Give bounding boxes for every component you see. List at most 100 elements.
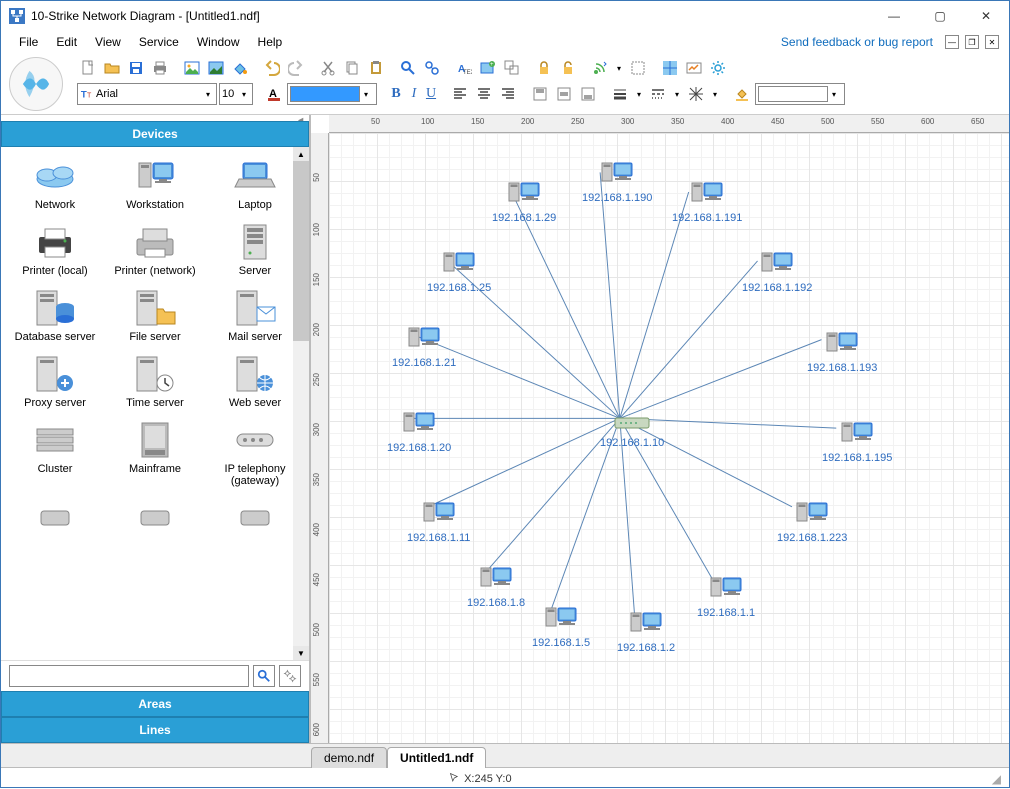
tab-untitled1[interactable]: Untitled1.ndf bbox=[387, 747, 486, 768]
diagram-node[interactable]: 192.168.1.192 bbox=[742, 249, 812, 294]
fill-swatch-select[interactable]: ▾ bbox=[755, 83, 845, 105]
mdi-close-button[interactable]: ✕ bbox=[985, 35, 999, 49]
areas-panel-header[interactable]: Areas bbox=[1, 691, 309, 717]
cut-button[interactable] bbox=[317, 57, 339, 79]
valign-middle-button[interactable] bbox=[553, 83, 575, 105]
device-item[interactable]: Cluster bbox=[7, 417, 103, 491]
print-button[interactable] bbox=[149, 57, 171, 79]
settings-button[interactable] bbox=[707, 57, 729, 79]
add-image-button[interactable]: + bbox=[477, 57, 499, 79]
device-item[interactable]: Proxy server bbox=[7, 351, 103, 413]
minimize-button[interactable]: — bbox=[871, 1, 917, 31]
valign-bottom-button[interactable] bbox=[577, 83, 599, 105]
open-file-button[interactable] bbox=[101, 57, 123, 79]
map-button[interactable] bbox=[659, 57, 681, 79]
underline-button[interactable]: U bbox=[423, 83, 439, 105]
diagram-node[interactable]: 192.168.1.25 bbox=[427, 249, 491, 294]
align-right-button[interactable] bbox=[497, 83, 519, 105]
device-item[interactable]: Printer (local) bbox=[7, 219, 103, 281]
text-tool-button[interactable]: ATEXT bbox=[453, 57, 475, 79]
line-style-button[interactable] bbox=[647, 83, 669, 105]
pattern-dropdown[interactable]: ▾ bbox=[709, 90, 721, 99]
device-item[interactable]: Mail server bbox=[207, 285, 303, 347]
devices-panel-header[interactable]: Devices bbox=[1, 121, 309, 147]
diagram-node[interactable]: 192.168.1.191 bbox=[672, 179, 742, 224]
device-item[interactable]: Workstation bbox=[107, 153, 203, 215]
device-item[interactable]: Time server bbox=[107, 351, 203, 413]
diagram-node[interactable]: 192.168.1.20 bbox=[387, 409, 451, 454]
scroll-thumb[interactable] bbox=[293, 161, 309, 341]
device-item[interactable]: Printer (network) bbox=[107, 219, 203, 281]
diagram-node[interactable]: 192.168.1.223 bbox=[777, 499, 847, 544]
menu-file[interactable]: File bbox=[11, 33, 46, 51]
device-item[interactable]: File server bbox=[107, 285, 203, 347]
new-file-button[interactable] bbox=[77, 57, 99, 79]
mdi-restore-button[interactable]: ❐ bbox=[965, 35, 979, 49]
device-item[interactable]: Laptop bbox=[207, 153, 303, 215]
lines-panel-header[interactable]: Lines bbox=[1, 717, 309, 743]
insert-image-button[interactable] bbox=[205, 57, 227, 79]
valign-top-button[interactable] bbox=[529, 83, 551, 105]
diagram-node[interactable]: 192.168.1.29 bbox=[492, 179, 556, 224]
diagram-node[interactable]: 192.168.1.1 bbox=[697, 574, 755, 619]
text-bg-color-select[interactable]: ▾ bbox=[287, 83, 377, 105]
diagram-node[interactable]: 192.168.1.2 bbox=[617, 609, 675, 654]
select-area-button[interactable] bbox=[627, 57, 649, 79]
diagram-hub-node[interactable]: 192.168.1.10 bbox=[600, 414, 664, 449]
mdi-minimize-button[interactable]: — bbox=[945, 35, 959, 49]
diagram-button[interactable] bbox=[683, 57, 705, 79]
device-item[interactable]: Web sever bbox=[207, 351, 303, 413]
font-color-button[interactable]: A bbox=[263, 83, 285, 105]
align-center-button[interactable] bbox=[473, 83, 495, 105]
paste-button[interactable] bbox=[365, 57, 387, 79]
scroll-up-arrow[interactable]: ▲ bbox=[293, 147, 309, 161]
diagram-node[interactable]: 192.168.1.8 bbox=[467, 564, 525, 609]
bold-button[interactable]: B bbox=[387, 83, 405, 105]
device-item[interactable]: Network bbox=[7, 153, 103, 215]
color-fill-button[interactable] bbox=[229, 57, 251, 79]
menu-service[interactable]: Service bbox=[131, 33, 187, 51]
diagram-node[interactable]: 192.168.1.5 bbox=[532, 604, 590, 649]
diagram-node[interactable]: 192.168.1.11 bbox=[407, 499, 470, 544]
font-family-select[interactable]: TT Arial▾ bbox=[77, 83, 217, 105]
line-weight-dropdown[interactable]: ▾ bbox=[633, 90, 645, 99]
pattern-button[interactable] bbox=[685, 83, 707, 105]
menu-edit[interactable]: Edit bbox=[48, 33, 85, 51]
close-button[interactable]: ✕ bbox=[963, 1, 1009, 31]
device-item[interactable]: Database server bbox=[7, 285, 103, 347]
export-image-button[interactable] bbox=[181, 57, 203, 79]
diagram-canvas[interactable]: 192.168.1.10 192.168.1.29 192.168.1.190 192… bbox=[329, 133, 1009, 743]
tab-demo[interactable]: demo.ndf bbox=[311, 747, 387, 768]
diagram-node[interactable]: 192.168.1.193 bbox=[807, 329, 877, 374]
save-button[interactable] bbox=[125, 57, 147, 79]
devices-scrollbar[interactable]: ▲ ▼ bbox=[293, 147, 309, 660]
line-style-dropdown[interactable]: ▾ bbox=[671, 90, 683, 99]
app-logo[interactable] bbox=[9, 57, 63, 111]
line-weight-button[interactable] bbox=[609, 83, 631, 105]
undo-button[interactable] bbox=[261, 57, 283, 79]
redo-button[interactable] bbox=[285, 57, 307, 79]
feedback-link[interactable]: Send feedback or bug report bbox=[775, 33, 939, 51]
italic-button[interactable]: I bbox=[407, 83, 421, 105]
device-search-input[interactable] bbox=[9, 665, 249, 687]
menu-help[interactable]: Help bbox=[250, 33, 291, 51]
diagram-node[interactable]: 192.168.1.190 bbox=[582, 159, 652, 204]
device-item[interactable] bbox=[207, 496, 303, 542]
device-settings-button[interactable] bbox=[279, 665, 301, 687]
font-size-select[interactable]: 10▾ bbox=[219, 83, 253, 105]
scan-network-button[interactable] bbox=[589, 57, 611, 79]
align-left-button[interactable] bbox=[449, 83, 471, 105]
device-item[interactable] bbox=[107, 496, 203, 542]
maximize-button[interactable]: ▢ bbox=[917, 1, 963, 31]
resize-grip-icon[interactable]: ◢ bbox=[992, 772, 1001, 786]
device-item[interactable] bbox=[7, 496, 103, 542]
device-item[interactable]: Server bbox=[207, 219, 303, 281]
copy-button[interactable] bbox=[341, 57, 363, 79]
group-button[interactable] bbox=[501, 57, 523, 79]
find-replace-button[interactable] bbox=[421, 57, 443, 79]
diagram-node[interactable]: 192.168.1.21 bbox=[392, 324, 456, 369]
diagram-node[interactable]: 192.168.1.195 bbox=[822, 419, 892, 464]
unlock-button[interactable] bbox=[557, 57, 579, 79]
scroll-down-arrow[interactable]: ▼ bbox=[293, 646, 309, 660]
fill-color-button[interactable] bbox=[731, 83, 753, 105]
